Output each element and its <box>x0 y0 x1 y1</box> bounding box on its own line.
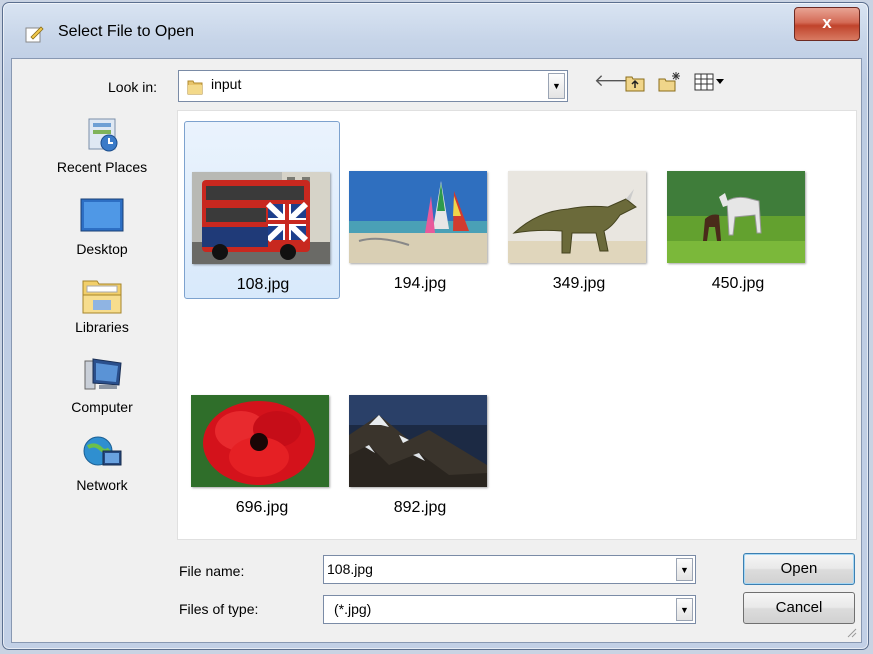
look-in-combo[interactable]: input ▼ <box>178 70 568 102</box>
file-type-select[interactable]: (*.jpg) ▼ <box>323 595 696 624</box>
file-name-dropdown[interactable]: ▼ <box>676 558 693 581</box>
place-label: Computer <box>71 399 133 415</box>
place-label: Libraries <box>75 319 129 335</box>
look-in-label: Look in: <box>108 79 158 95</box>
place-label: Recent Places <box>56 159 148 175</box>
title-bar[interactable]: Select File to Open x <box>3 3 868 58</box>
file-type-label: Files of type: <box>179 601 259 617</box>
file-item-349[interactable]: 349.jpg <box>501 121 657 299</box>
recent-places-icon <box>79 115 125 155</box>
network-icon <box>79 433 125 473</box>
chevron-down-icon: ▼ <box>680 564 689 575</box>
look-in-value: input <box>211 76 242 92</box>
desktop-icon <box>79 197 125 237</box>
dialog-client: Look in: input ▼ 🡐 Recent Places Desktop… <box>11 58 862 643</box>
close-button[interactable]: x <box>794 7 860 41</box>
place-label: Network <box>76 477 128 493</box>
file-type-dropdown[interactable]: ▼ <box>676 598 693 621</box>
look-in-dropdown[interactable]: ▼ <box>548 73 565 99</box>
file-list-view[interactable]: 108.jpg 194.jpg 349.jpg 450.jpg 696.jpg … <box>177 110 857 540</box>
thumbnail-image <box>349 171 487 263</box>
dialog-window: Select File to Open x Look in: input ▼ 🡐 <box>2 2 869 650</box>
file-name: 108.jpg <box>236 276 290 293</box>
thumbnail-image <box>508 171 646 263</box>
open-button[interactable]: Open <box>743 553 855 585</box>
file-name: 450.jpg <box>711 275 765 292</box>
place-computer[interactable]: Computer <box>26 355 178 415</box>
close-icon: x <box>822 13 832 32</box>
file-item-892[interactable]: 892.jpg <box>342 345 498 523</box>
file-name-field[interactable]: 108.jpg ▼ <box>323 555 696 584</box>
resize-grip-icon[interactable] <box>845 626 857 638</box>
file-item-194[interactable]: 194.jpg <box>342 121 498 299</box>
thumbnail-image <box>192 172 330 264</box>
computer-icon <box>79 355 125 395</box>
thumbnail-image <box>349 395 487 487</box>
file-name: 892.jpg <box>393 499 447 516</box>
place-label: Desktop <box>76 241 128 257</box>
place-recent-places[interactable]: Recent Places <box>26 115 178 175</box>
place-libraries[interactable]: Libraries <box>26 275 178 335</box>
up-folder-icon[interactable] <box>624 73 646 93</box>
thumbnail-image <box>191 395 329 487</box>
file-item-696[interactable]: 696.jpg <box>184 345 340 523</box>
window-title: Select File to Open <box>58 23 195 40</box>
file-name: 349.jpg <box>552 275 606 292</box>
place-desktop[interactable]: Desktop <box>26 197 178 257</box>
file-name-value: 108.jpg <box>327 561 373 577</box>
chevron-down-icon: ▼ <box>552 81 561 91</box>
thumbnail-image <box>667 171 805 263</box>
libraries-icon <box>79 275 125 315</box>
file-name: 194.jpg <box>393 275 447 292</box>
place-network[interactable]: Network <box>26 433 178 493</box>
file-item-108[interactable]: 108.jpg <box>184 121 340 299</box>
folder-icon <box>187 80 203 95</box>
file-name: 696.jpg <box>235 499 289 516</box>
file-name-label: File name: <box>179 563 245 579</box>
file-type-value: (*.jpg) <box>334 601 372 617</box>
new-folder-icon[interactable] <box>657 71 681 93</box>
open-file-icon <box>25 26 44 43</box>
view-menu-icon[interactable] <box>694 73 726 91</box>
cancel-button[interactable]: Cancel <box>743 592 855 624</box>
file-item-450[interactable]: 450.jpg <box>660 121 816 299</box>
chevron-down-icon: ▼ <box>680 604 689 615</box>
places-bar: Recent Places Desktop Libraries Computer… <box>26 105 178 525</box>
